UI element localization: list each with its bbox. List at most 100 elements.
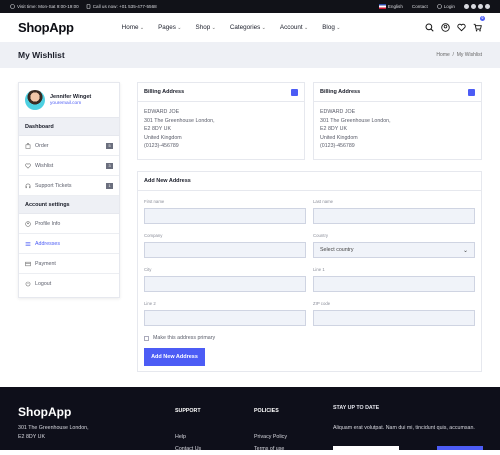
main-nav: Home Pages Shop Categories Account Blog — [122, 24, 341, 31]
top-bar: Visit time: Mon-Sat 9:00-19:00 Call us n… — [0, 0, 500, 13]
twitter-icon[interactable] — [471, 4, 476, 9]
footer-policies: POLICIES Privacy Policy Terms of use — [254, 405, 287, 455]
footer-link-contact[interactable]: Contact Us — [175, 443, 201, 455]
cart-icon — [473, 23, 482, 31]
phone-icon — [86, 4, 91, 9]
page-title: My Wishlist — [18, 50, 65, 60]
facebook-icon[interactable] — [464, 4, 469, 9]
profile-name: Jennifer Winget — [50, 94, 92, 100]
sidebar-item-order[interactable]: Order 5 — [19, 136, 119, 156]
wishlist-count-badge: 3 — [106, 162, 113, 169]
address-name: EDWARD JOE — [144, 109, 180, 115]
policies-heading: POLICIES — [254, 408, 279, 414]
nav-account[interactable]: Account — [280, 24, 308, 31]
last-name-input[interactable] — [313, 208, 475, 224]
account-settings-heading: Account settings — [19, 196, 119, 214]
address-country: United Kingdom — [144, 134, 182, 141]
newsletter-email-input[interactable] — [333, 446, 399, 450]
country-label: Country — [313, 233, 329, 238]
first-name-input[interactable] — [144, 208, 306, 224]
country-select[interactable]: Select country — [313, 242, 475, 258]
primary-address-label: Make this address primary — [153, 335, 216, 341]
sidebar-item-wishlist[interactable]: Wishlist 3 — [19, 156, 119, 176]
first-name-label: First name — [144, 199, 165, 204]
footer-address: 301 The Greenhouse London, E2 8DY UK — [18, 424, 89, 442]
sidebar-item-payment[interactable]: Payment — [19, 254, 119, 274]
footer-link-terms[interactable]: Terms of use — [254, 443, 287, 455]
language-select[interactable]: English — [378, 4, 403, 9]
footer-link-privacy[interactable]: Privacy Policy — [254, 431, 287, 443]
search-icon[interactable] — [425, 23, 434, 32]
edit-icon[interactable] — [468, 88, 475, 96]
primary-address-checkbox[interactable]: Make this address primary — [144, 335, 215, 341]
card-title: Billing Address — [320, 89, 361, 95]
user-icon — [25, 220, 31, 227]
clock-icon — [10, 4, 15, 9]
address-country: United Kingdom — [320, 134, 358, 141]
footer-address-line: E2 8DY UK — [18, 434, 45, 440]
footer-newsletter: STAY UP TO DATE Aliquam erat volutpat. N… — [333, 405, 483, 433]
footer-address-line: 301 The Greenhouse London, — [18, 425, 89, 431]
login-link[interactable]: Login — [436, 4, 455, 9]
instagram-icon[interactable] — [478, 4, 483, 9]
add-new-address-button[interactable]: Add New Address — [144, 348, 205, 366]
headset-icon — [25, 183, 31, 188]
address-line: 301 The Greenhouse London, — [144, 117, 215, 124]
heart-icon[interactable] — [457, 23, 466, 32]
list-icon — [25, 241, 31, 246]
sidebar-item-label: Profile Info — [35, 220, 61, 227]
nav-blog[interactable]: Blog — [322, 24, 340, 31]
line1-input[interactable] — [313, 276, 475, 292]
sidebar-item-label: Addresses — [35, 240, 61, 247]
social-links — [464, 4, 490, 9]
address-text: EDWARD JOE 301 The Greenhouse London, E2… — [138, 102, 304, 157]
nav-home[interactable]: Home — [122, 24, 144, 31]
edit-icon[interactable] — [291, 88, 298, 96]
sidebar-item-logout[interactable]: Logout — [19, 274, 119, 294]
profile-email[interactable]: youremail.com — [50, 101, 91, 106]
tickets-count-badge: 1 — [106, 182, 113, 189]
nav-pages[interactable]: Pages — [158, 24, 181, 31]
nav-shop[interactable]: Shop — [196, 24, 216, 31]
user-icon — [436, 4, 442, 9]
cart-button[interactable]: 0 — [473, 15, 485, 37]
newsletter-subscribe-button[interactable] — [437, 446, 483, 450]
sidebar-item-label: Payment — [35, 260, 56, 267]
sidebar-item-label: Wishlist — [35, 162, 54, 169]
checkbox-box[interactable] — [144, 335, 149, 341]
footer-logo[interactable]: ShopApp — [18, 405, 71, 419]
sidebar-item-addresses[interactable]: Addresses — [19, 234, 119, 254]
sidebar-item-profile-info[interactable]: Profile Info — [19, 214, 119, 234]
linkedin-icon[interactable] — [485, 4, 490, 9]
logo[interactable]: ShopApp — [18, 20, 74, 35]
billing-address-card: Billing Address EDWARD JOE 301 The Green… — [137, 82, 305, 160]
line1-label: Line 1 — [313, 267, 325, 272]
dashboard-heading: Dashboard — [19, 118, 119, 136]
page-title-bar: My Wishlist Home / My Wishlist — [0, 42, 500, 68]
address-phone: (0123)-456789 — [320, 143, 355, 149]
line2-input[interactable] — [144, 310, 306, 326]
country-select-value: Select country — [320, 247, 354, 253]
account-icon[interactable] — [441, 23, 450, 32]
stay-text: Aliquam erat volutpat. Nam dui mi, tinci… — [333, 425, 475, 431]
add-address-form: Add New Address First name Last name Com… — [137, 171, 482, 372]
zip-input[interactable] — [313, 310, 475, 326]
city-input[interactable] — [144, 276, 306, 292]
uk-flag-icon — [378, 4, 386, 9]
sidebar-item-support-tickets[interactable]: Support Tickets 1 — [19, 176, 119, 196]
address-text: EDWARD JOE 301 The Greenhouse London, E2… — [314, 102, 481, 157]
company-label: Company — [144, 233, 163, 238]
zip-label: ZIP code — [313, 301, 331, 306]
company-input[interactable] — [144, 242, 306, 258]
contact-link[interactable]: Contact — [412, 4, 428, 9]
heart-icon — [25, 163, 31, 169]
header-icons: 0 — [425, 15, 485, 37]
nav-categories[interactable]: Categories — [230, 24, 266, 31]
sidebar-item-label: Logout — [35, 281, 52, 287]
footer-support: SUPPORT Help Contact Us — [175, 405, 201, 455]
stay-heading: STAY UP TO DATE — [333, 405, 380, 411]
footer-link-help[interactable]: Help — [175, 431, 201, 443]
credit-card-icon — [25, 261, 31, 266]
order-count-badge: 5 — [106, 142, 113, 149]
breadcrumb-home[interactable]: Home — [436, 52, 449, 58]
